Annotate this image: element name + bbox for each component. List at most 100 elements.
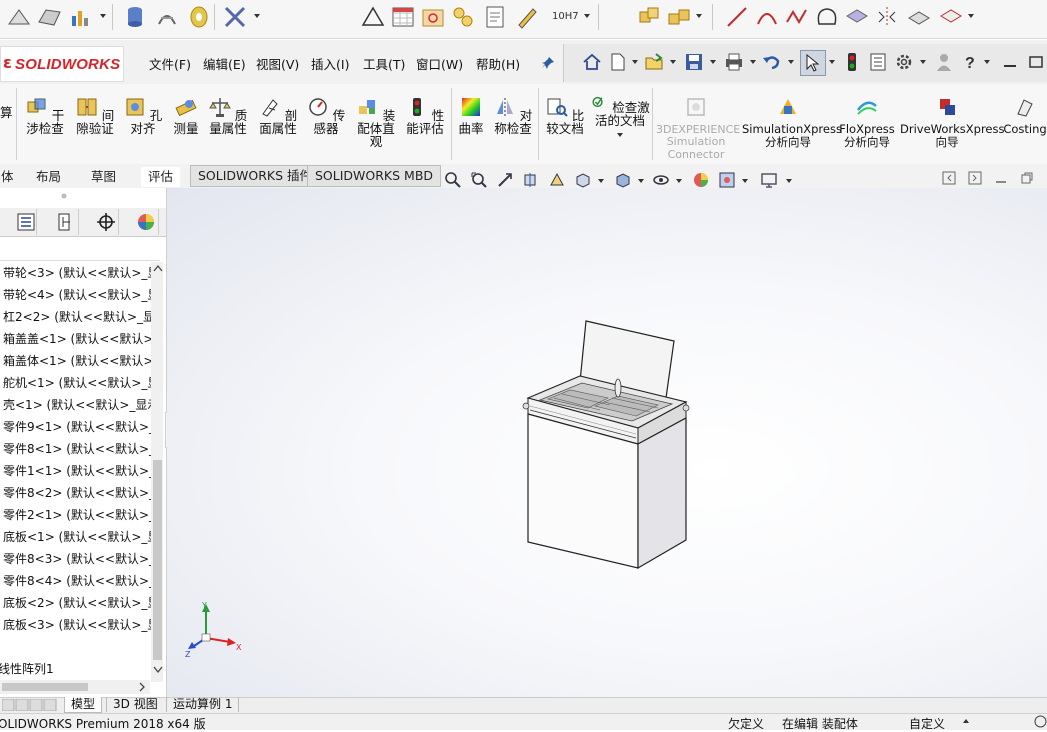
ribbon-cut-label[interactable]: 算 [0, 106, 13, 119]
chevron-down-icon[interactable] [920, 60, 926, 64]
tree-item[interactable]: 零件2<1> (默认<<默认>_显 [3, 506, 151, 523]
chevron-up-icon[interactable] [962, 718, 970, 724]
chevron-down-icon[interactable] [670, 60, 676, 64]
sketch-loop-icon[interactable] [814, 4, 840, 30]
sheet-icon[interactable] [906, 4, 932, 30]
costing-button[interactable]: Costing [1000, 96, 1047, 136]
hole-alignment-button[interactable]: 孔对齐 [122, 96, 164, 135]
chevron-down-icon[interactable] [598, 179, 604, 183]
undo-icon[interactable] [762, 52, 782, 72]
spring-icon[interactable] [154, 4, 180, 30]
tree-item[interactable]: 杠2<2> (默认<<默认>_显示 [3, 308, 151, 325]
dimxpert-icon[interactable] [96, 212, 116, 232]
panel-expand-icon[interactable] [968, 171, 982, 185]
view-orientation-icon[interactable] [574, 171, 592, 189]
minimize-icon[interactable] [1000, 52, 1020, 72]
solidworks-logo[interactable]: ɛ SOLIDWORKS [0, 46, 124, 82]
chevron-down-icon[interactable] [968, 14, 974, 18]
home-icon[interactable] [582, 52, 602, 72]
menu-view[interactable]: 视图(V) [256, 54, 299, 73]
tree-item[interactable]: 底板<2> (默认<<默认>_显 [3, 594, 151, 611]
display-style-icon[interactable] [614, 171, 632, 189]
spline-icon[interactable] [784, 4, 810, 30]
configuration-manager-icon[interactable] [56, 213, 76, 231]
tree-scroll-thumb[interactable] [153, 460, 162, 660]
parts-icon[interactable] [450, 4, 476, 30]
save-icon[interactable] [684, 52, 704, 72]
section-properties-button[interactable]: 剖面属性 [256, 96, 300, 135]
chevron-down-icon[interactable] [742, 179, 748, 183]
assembly-visualization-button[interactable]: 装配体直观 [354, 96, 398, 148]
chevron-down-icon[interactable] [696, 14, 702, 18]
chevron-down-icon[interactable] [632, 60, 638, 64]
assembly-model[interactable] [500, 310, 700, 580]
chevron-down-icon[interactable] [829, 60, 835, 64]
appearance-icon[interactable] [692, 171, 710, 189]
new-document-icon[interactable] [608, 52, 628, 72]
tree-item[interactable]: 壳<1> (默认<<默认>_显示 [3, 396, 151, 413]
edit-pen-icon[interactable] [514, 4, 540, 30]
surface-icon[interactable] [36, 4, 62, 30]
display-manager-icon[interactable] [136, 212, 156, 232]
dynamic-annotation-icon[interactable] [548, 171, 566, 189]
tree-item[interactable]: 零件9<1> (默认<<默认>_显 [3, 418, 151, 435]
chevron-down-icon[interactable] [984, 60, 990, 64]
chevron-down-icon[interactable] [254, 14, 260, 18]
scroll-right-icon[interactable] [138, 682, 146, 692]
clearance-verification-button[interactable]: 间隙验证 [72, 96, 118, 135]
menu-file[interactable]: 文件(F) [149, 54, 191, 73]
chevron-down-icon[interactable] [638, 179, 644, 183]
gear-icon[interactable] [894, 52, 914, 72]
tree-item[interactable]: 零件1<1> (默认<<默认>_显 [3, 462, 151, 479]
panel-grip-icon[interactable] [60, 192, 68, 200]
chevron-down-icon[interactable] [676, 179, 682, 183]
tree-item[interactable]: 带轮<3> (默认<<默认>_显 [3, 264, 151, 281]
symmetry-check-button[interactable]: 对称检查 [490, 96, 536, 135]
chart-icon[interactable] [68, 4, 94, 30]
previous-view-icon[interactable] [496, 171, 514, 189]
sketch-plane-icon[interactable] [6, 4, 32, 30]
print-icon[interactable] [724, 52, 744, 72]
database-icon[interactable] [122, 4, 148, 30]
interference-check-button[interactable]: 干涉检查 [24, 96, 66, 135]
zoom-area-icon[interactable] [470, 171, 488, 189]
document-icon[interactable] [482, 4, 508, 30]
driveworksxpress-button[interactable]: DriveWorksXpress 向导 [900, 96, 1004, 149]
check-active-document-button[interactable]: 检查激活的文档 [590, 94, 650, 137]
status-custom-units[interactable]: 自定义 [909, 715, 945, 732]
menu-insert[interactable]: 插入(I) [311, 54, 349, 73]
chevron-down-icon[interactable] [617, 133, 623, 137]
tree-item[interactable]: 零件8<4> (默认<<默认>_显 [3, 572, 151, 589]
tab-sketch[interactable]: 草图 [84, 167, 123, 187]
user-icon[interactable] [934, 52, 954, 72]
chevron-down-icon[interactable] [584, 14, 590, 18]
tree-item[interactable]: 零件8<3> (默认<<默认>_显 [3, 550, 151, 567]
traffic-light-icon[interactable] [842, 52, 862, 72]
restore-icon[interactable] [1026, 52, 1046, 72]
simulationxpress-button[interactable]: SimulationXpress 分析向导 [742, 96, 842, 149]
menu-window[interactable]: 窗口(W) [416, 54, 463, 73]
mass-properties-button[interactable]: 质量属性 [206, 96, 250, 135]
hole-table-icon[interactable] [420, 4, 446, 30]
tree-item[interactable]: 箱盖盖<1> (默认<<默认>_ [3, 330, 151, 347]
doc-minimize-icon[interactable] [994, 171, 1008, 185]
tab-navigation-arrows-icon[interactable] [2, 699, 62, 711]
surface-flatten-icon[interactable] [844, 4, 870, 30]
tools-icon[interactable] [222, 4, 248, 30]
tolerance-label[interactable]: 10H7 [552, 11, 579, 22]
sensor-button[interactable]: 传感器 [304, 96, 348, 135]
tab-solidworks-addins[interactable]: SOLIDWORKS 插件 [190, 165, 321, 187]
tree-item[interactable]: 底板<1> (默认<<默认>_显 [3, 528, 151, 545]
components-icon[interactable] [666, 4, 692, 30]
hide-show-icon[interactable] [652, 171, 670, 189]
scroll-up-icon[interactable] [153, 264, 163, 272]
table-icon[interactable] [390, 4, 416, 30]
flex-icon[interactable] [938, 4, 964, 30]
help-icon[interactable]: ? [960, 52, 980, 72]
chevron-down-icon[interactable] [710, 60, 716, 64]
doc-restore-icon[interactable] [1020, 171, 1034, 185]
tree-item[interactable]: 箱盖体<1> (默认<<默认>_ [3, 352, 151, 369]
tab-solidworks-mbd[interactable]: SOLIDWORKS MBD [307, 165, 442, 187]
tab-3d-view[interactable]: 3D 视图 [106, 697, 164, 712]
chevron-down-icon[interactable] [786, 179, 792, 183]
